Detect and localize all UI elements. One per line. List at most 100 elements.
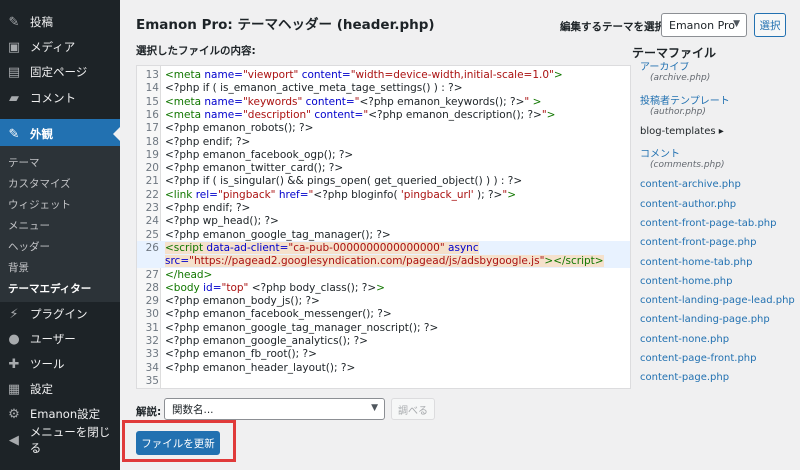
line-number: 33 xyxy=(145,348,159,361)
file-link[interactable]: content-landing-page-lead.php xyxy=(640,295,795,306)
sidebar-item-4[interactable]: ✎ 外観 xyxy=(0,119,120,149)
file-link[interactable]: content-none.php xyxy=(640,334,729,345)
code-line[interactable]: 33 <?php emanon_fb_root(); ?> xyxy=(137,347,630,361)
sidebar-item-3[interactable]: ▰ コメント xyxy=(0,86,120,110)
code-line[interactable]: 34 <?php emanon_header_layout(); ?> xyxy=(137,361,630,375)
lookup-button[interactable]: 調べる xyxy=(391,398,435,420)
folder-item[interactable]: blog-templates ▸ xyxy=(640,126,724,137)
code-line[interactable]: 32 <?php emanon_google_analytics(); ?> xyxy=(137,334,630,348)
update-file-button[interactable]: ファイルを更新 xyxy=(136,431,220,455)
code-line[interactable]: 29 <?php emanon_body_js(); ?> xyxy=(137,294,630,308)
submenu-item-3[interactable]: メニュー xyxy=(8,215,50,235)
code-line[interactable]: 25 <?php emanon_google_tag_manager(); ?> xyxy=(137,228,630,242)
file-link[interactable]: content-page.php xyxy=(640,372,729,383)
file-link[interactable]: コメント xyxy=(640,145,680,160)
file-link[interactable]: content-archive.php xyxy=(640,179,741,190)
sidebar-item-9[interactable]: ⚙ Emanon設定 xyxy=(0,402,120,426)
submenu-item-2[interactable]: ウィジェット xyxy=(8,194,71,214)
code-line[interactable]: 16 <meta name="description" content="<?ph… xyxy=(137,108,630,122)
submenu-item-5[interactable]: 背景 xyxy=(8,257,29,277)
line-number: 16 xyxy=(145,108,159,121)
theme-select[interactable]: Emanon Pro ▼ xyxy=(661,13,747,37)
admin-sidebar: ✎ 投稿 ▣ メディア ▤ 固定ページ ▰ コメント ✎ 外観 ⚡ プラグイン ● ユーザー ✚ ツール ▦ 設定… xyxy=(0,0,120,470)
code-line[interactable]: 15 <meta name="keywords" content="<?php e… xyxy=(137,95,630,109)
code-line[interactable]: 30 <?php emanon_facebook_messenger(); ?> xyxy=(137,307,630,321)
code-line[interactable]: 14 <?php if ( is_emanon_active_meta_tage_… xyxy=(137,81,630,95)
appearance-submenu: テーマ カスタマイズ ウィジェット メニュー ヘッダー 背景 テーマエディター xyxy=(0,146,120,302)
file-link[interactable]: content-author.php xyxy=(640,199,736,210)
sidebar-item-7[interactable]: ✚ ツール xyxy=(0,352,120,376)
sidebar-item-0[interactable]: ✎ 投稿 xyxy=(0,10,120,34)
sidebar-item-label: ユーザー xyxy=(30,332,76,346)
file-link[interactable]: 投稿者テンプレート xyxy=(640,92,730,107)
sidebar-item-label: 外観 xyxy=(30,127,53,141)
line-number: 34 xyxy=(145,361,159,374)
file-link[interactable]: アーカイブ xyxy=(640,62,689,73)
code-text: <?php emanon_robots(); ?> xyxy=(165,122,314,135)
code-text: <?php emanon_facebook_messenger(); ?> xyxy=(165,308,392,321)
line-number: 31 xyxy=(145,321,159,334)
code-text: <?php emanon_google_tag_manager_noscript… xyxy=(165,321,439,334)
code-text: src="https://pagead2.googlesyndication.c… xyxy=(165,255,604,268)
file-link[interactable]: content-page-front.php xyxy=(640,353,756,364)
code-text: <?php if ( is_emanon_active_meta_tage_se… xyxy=(165,82,463,95)
submenu-item-4[interactable]: ヘッダー xyxy=(8,236,50,256)
sidebar-item-label: メディア xyxy=(30,40,76,54)
code-text: <?php if ( is_singular() && pings_open( … xyxy=(165,175,523,188)
sidebar-item-5[interactable]: ⚡ プラグイン xyxy=(0,302,120,326)
code-line[interactable]: 26 <script data-ad-client="ca-pub-0000000… xyxy=(137,240,630,255)
submenu-item-1[interactable]: カスタマイズ xyxy=(8,173,71,193)
code-text: <link rel="pingback" href="<?php bloginf… xyxy=(165,188,517,201)
code-text: <?php emanon_header_layout(); ?> xyxy=(165,361,356,374)
function-lookup-select[interactable]: 関数名... ▼ xyxy=(164,398,385,420)
sidebar-item-1[interactable]: ▣ メディア xyxy=(0,35,120,59)
code-line[interactable]: 20 <?php emanon_twitter_card(); ?> xyxy=(137,161,630,175)
line-number: 13 xyxy=(145,69,159,81)
file-content-label: 選択したファイルの内容: xyxy=(136,45,256,57)
sidebar-item-label: Emanon設定 xyxy=(30,407,101,421)
code-line[interactable]: 19 <?php emanon_facebook_ogp(); ?> xyxy=(137,148,630,162)
code-line[interactable]: 17 <?php emanon_robots(); ?> xyxy=(137,121,630,135)
sidebar-item-label: 設定 xyxy=(30,382,53,396)
code-line[interactable]: src="https://pagead2.googlesyndication.c… xyxy=(137,254,630,269)
sidebar-item-6[interactable]: ● ユーザー xyxy=(0,327,120,351)
file-link[interactable]: content-front-page.php xyxy=(640,237,756,248)
code-editor[interactable]: 13 <meta name="viewport" content="width=d… xyxy=(136,65,631,389)
file-link[interactable]: content-home.php xyxy=(640,276,732,287)
sidebar-item-label: 投稿 xyxy=(30,15,53,29)
code-line[interactable]: 21 <?php if ( is_singular() && pings_open… xyxy=(137,174,630,188)
sidebar-item-2[interactable]: ▤ 固定ページ xyxy=(0,60,120,84)
file-link[interactable]: content-front-page-tab.php xyxy=(640,218,776,229)
code-text: <meta name="description" content="<?php … xyxy=(165,108,556,121)
code-line[interactable]: 23 <?php endif; ?> xyxy=(137,201,630,215)
code-line[interactable]: 22 <link rel="pingback" href="<?php blogi… xyxy=(137,188,630,202)
file-link[interactable]: content-home-tab.php xyxy=(640,257,752,268)
code-line[interactable]: 27 </head> xyxy=(137,268,630,282)
code-text: <?php emanon_facebook_ogp(); ?> xyxy=(165,148,354,161)
code-line[interactable]: 28 <body id="top" <?php body_class(); ?>> xyxy=(137,281,630,295)
sidebar-item-10[interactable]: ◀ メニューを閉じる xyxy=(0,425,120,455)
submenu-item-6[interactable]: テーマエディター xyxy=(8,278,91,298)
sidebar-item-label: ツール xyxy=(30,357,65,371)
code-line[interactable]: 13 <meta name="viewport" content="width=d… xyxy=(137,68,630,82)
media-icon: ▣ xyxy=(7,39,21,55)
code-text: <meta name="keywords" content="<?php ema… xyxy=(165,95,542,108)
pin-icon: ✎ xyxy=(8,14,20,30)
file-link[interactable]: content-landing-page.php xyxy=(640,314,770,325)
select-theme-button[interactable]: 選択 xyxy=(754,13,786,37)
code-line[interactable]: 31 <?php emanon_google_tag_manager_noscri… xyxy=(137,321,630,335)
code-line[interactable]: 35 xyxy=(137,374,630,388)
settings-icon: ▦ xyxy=(7,381,21,397)
code-text: </head> xyxy=(165,268,213,281)
sidebar-item-8[interactable]: ▦ 設定 xyxy=(0,377,120,401)
line-number: 28 xyxy=(145,281,159,294)
collapse-icon: ◀ xyxy=(8,432,19,448)
submenu-item-0[interactable]: テーマ xyxy=(8,152,40,172)
code-line[interactable]: 18 <?php endif; ?> xyxy=(137,135,630,149)
line-number: 25 xyxy=(145,228,159,241)
code-text: <body id="top" <?php body_class(); ?>> xyxy=(165,281,385,294)
documentation-label: 解説: xyxy=(136,406,162,418)
code-line[interactable]: 24 <?php wp_head(); ?> xyxy=(137,214,630,228)
line-number: 14 xyxy=(145,82,159,95)
code-text: <?php emanon_fb_root(); ?> xyxy=(165,348,317,361)
